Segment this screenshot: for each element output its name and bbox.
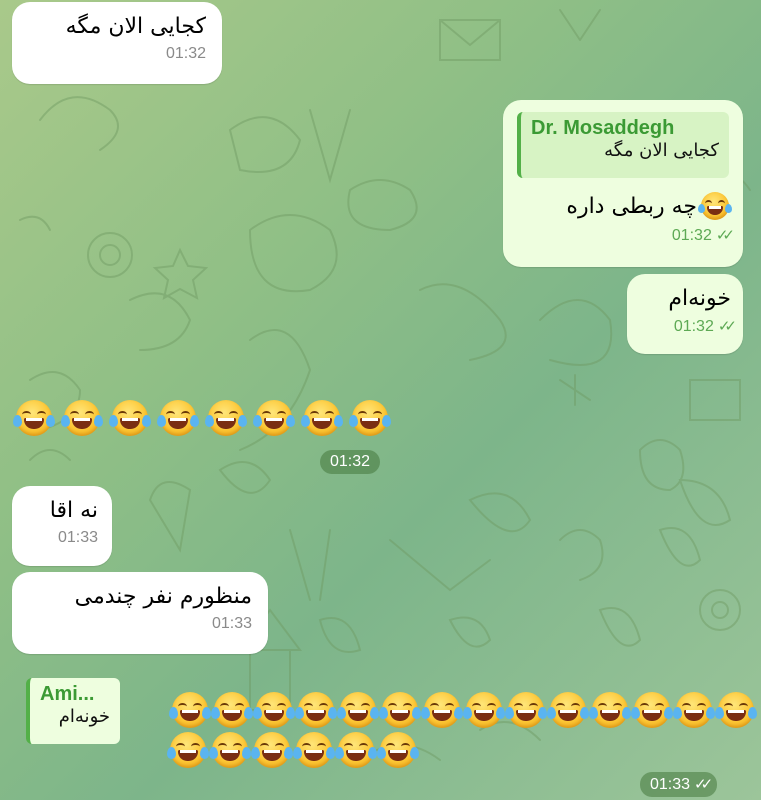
tears-of-joy-emoji-icon [211,692,253,728]
message-bubble-incoming[interactable]: منظورم نفر چندمی 01:33 [12,572,268,654]
tears-of-joy-emoji-icon [673,692,715,728]
message-bubble-outgoing[interactable]: خونه‌ام 01:32 ✓✓ [627,274,743,354]
tears-of-joy-emoji-icon [631,692,673,728]
message-bubble-outgoing[interactable]: Dr. Mosaddegh کجایی الان مگه چه ربطی دار… [503,100,743,267]
tears-of-joy-emoji-icon [337,692,379,728]
read-checkmarks-icon: ✓✓ [715,227,735,244]
tears-of-joy-emoji-icon [253,692,295,728]
reply-text: خونه‌ام [58,706,110,727]
tears-of-joy-emoji-icon [301,400,343,436]
emoji-message[interactable] [13,400,391,436]
message-text: منظورم نفر چندمی [74,584,252,609]
reply-author-name: Dr. Mosaddegh [531,117,675,139]
tears-of-joy-emoji-icon [295,692,337,728]
read-checkmarks-icon: ✓✓ [717,318,737,335]
message-bubble-incoming[interactable]: کجایی الان مگه 01:32 [12,2,222,84]
emoji-message[interactable] [164,692,757,768]
message-text: کجایی الان مگه [65,14,206,39]
message-time: 01:32 [320,450,381,474]
tears-of-joy-emoji-icon [205,400,247,436]
message-time: 01:33 [57,529,98,546]
message-text: چه ربطی داره [566,193,697,219]
tears-of-joy-emoji-icon [715,692,757,728]
message-time: 01:32 [671,227,712,244]
tears-of-joy-emoji-icon [421,692,463,728]
tears-of-joy-emoji-icon [167,732,209,768]
tears-of-joy-emoji-icon [109,400,151,436]
tears-of-joy-emoji-icon [13,400,55,436]
tears-of-joy-emoji-icon [589,692,631,728]
tears-of-joy-emoji-icon [61,400,103,436]
reply-text: کجایی الان مگه [604,140,719,161]
read-checkmarks-icon: ✓✓ [694,776,713,793]
tears-of-joy-emoji-icon [157,400,199,436]
message-bubble-incoming[interactable]: نه اقا 01:33 [12,486,112,566]
reply-author-name: Ami... [40,683,95,705]
message-text: خونه‌ام [668,286,731,311]
tears-of-joy-emoji-icon [293,732,335,768]
message-time: 01:32 [673,318,714,335]
tears-of-joy-emoji-icon [698,192,732,220]
tears-of-joy-emoji-icon [209,732,251,768]
tears-of-joy-emoji-icon [335,732,377,768]
tears-of-joy-emoji-icon [463,692,505,728]
message-time: 01:33 [211,615,252,632]
tears-of-joy-emoji-icon [547,692,589,728]
message-time: 01:32 [165,45,206,62]
tears-of-joy-emoji-icon [251,732,293,768]
reply-quote[interactable]: Dr. Mosaddegh کجایی الان مگه [517,112,729,178]
tears-of-joy-emoji-icon [169,692,211,728]
tears-of-joy-emoji-icon [505,692,547,728]
reply-quote[interactable]: Ami... خونه‌ام [26,678,120,744]
tears-of-joy-emoji-icon [349,400,391,436]
tears-of-joy-emoji-icon [253,400,295,436]
tears-of-joy-emoji-icon [377,732,419,768]
message-text: نه اقا [49,498,98,523]
tears-of-joy-emoji-icon [379,692,421,728]
message-time: 01:33 [650,776,691,793]
message-time-pill: 01:33 ✓✓ [640,772,718,797]
